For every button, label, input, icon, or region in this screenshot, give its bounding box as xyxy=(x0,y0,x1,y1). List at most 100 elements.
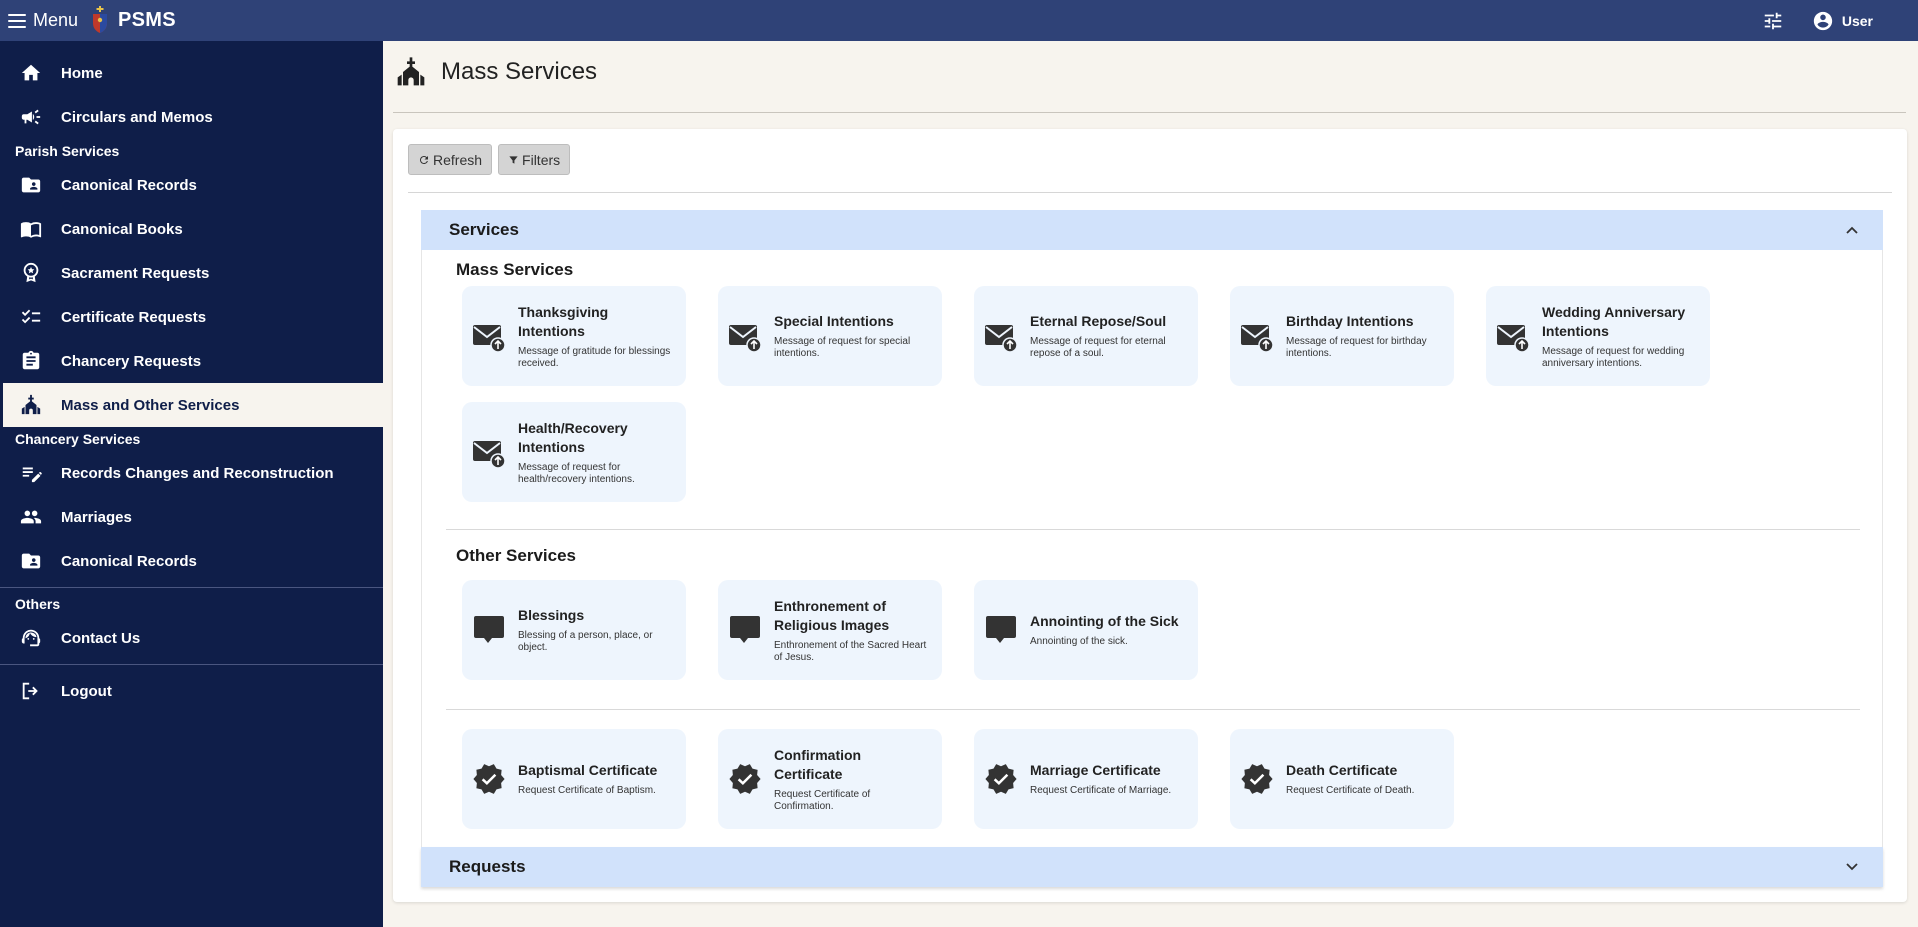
mail-upload-icon xyxy=(472,319,506,353)
sidebar-item-certificate-requests[interactable]: Certificate Requests xyxy=(0,295,383,339)
services-accordion-header[interactable]: Services xyxy=(421,210,1883,250)
menu-label: Menu xyxy=(33,10,79,30)
service-card-confirmation-certificate[interactable]: Confirmation Certificate Request Certific… xyxy=(718,729,942,829)
church-icon xyxy=(20,394,42,416)
section-heading-parish: Parish Services xyxy=(15,143,120,159)
sidebar-item-canonical-books[interactable]: Canonical Books xyxy=(0,207,383,251)
chevron-down-icon xyxy=(1846,863,1858,871)
chat-bubble-icon xyxy=(984,613,1018,647)
service-description: Message of request for birthday intentio… xyxy=(1286,336,1427,359)
service-card-birthday[interactable]: Birthday Intentions Message of request fo… xyxy=(1230,286,1454,386)
refresh-label: Refresh xyxy=(433,151,483,168)
sidebar-item-records-changes[interactable]: Records Changes and Reconstruction xyxy=(0,451,383,495)
service-card-eternal-repose[interactable]: Eternal Repose/Soul Message of request fo… xyxy=(974,286,1198,386)
section-heading-chancery: Chancery Services xyxy=(15,431,141,447)
verified-badge-icon xyxy=(728,762,762,796)
sidebar-item-sacrament-requests[interactable]: Sacrament Requests xyxy=(0,251,383,295)
service-card-enthronement[interactable]: Enthronement of Religious Images Enthrone… xyxy=(718,580,942,680)
service-description: Request Certificate of Confirmation. xyxy=(774,788,871,812)
filters-button[interactable]: Filters xyxy=(498,144,571,175)
service-title: Baptismal Certificate xyxy=(518,762,658,778)
refresh-button[interactable]: Refresh xyxy=(408,144,493,175)
service-description: Request Certificate of Marriage. xyxy=(1030,785,1172,796)
sidebar-item-label: Marriages xyxy=(61,508,132,526)
page-title: Mass Services xyxy=(441,58,598,85)
sidebar-item-logout[interactable]: Logout xyxy=(0,669,383,713)
diocese-logo-icon xyxy=(90,5,110,36)
filter-icon xyxy=(509,155,518,164)
service-card-death-certificate[interactable]: Death Certificate Request Certificate of … xyxy=(1230,729,1454,829)
sidebar-item-label: Chancery Requests xyxy=(61,352,202,370)
support-agent-icon xyxy=(20,627,42,649)
sidebar-item-label: Canonical Records xyxy=(61,552,197,570)
service-title: Blessings xyxy=(518,607,585,623)
megaphone-icon xyxy=(20,106,42,128)
user-menu[interactable]: User xyxy=(1812,10,1873,32)
sidebar-item-label: Sacrament Requests xyxy=(61,264,210,282)
sidebar-item-label: Records Changes and Reconstruction xyxy=(61,464,334,482)
verified-badge-icon xyxy=(1240,762,1274,796)
sidebar-item-contact-us[interactable]: Contact Us xyxy=(0,616,383,660)
sidebar-item-label: Canonical Records xyxy=(61,176,197,194)
page-header: Mass Services xyxy=(395,55,597,89)
service-card-thanksgiving[interactable]: Thanksgiving Intentions Message of gratit… xyxy=(462,286,686,386)
sidebar-item-home[interactable]: Home xyxy=(0,51,383,95)
service-card-wedding-anniversary[interactable]: Wedding Anniversary Intentions Message of… xyxy=(1486,286,1710,386)
sidebar-item-label: Certificate Requests xyxy=(61,308,207,326)
menu-button[interactable]: Menu xyxy=(8,10,78,31)
home-icon xyxy=(20,62,42,84)
refresh-icon xyxy=(420,155,428,164)
service-card-annointing[interactable]: Annointing of the Sick Annointing of the … xyxy=(974,580,1198,680)
verified-badge-icon xyxy=(472,762,506,796)
top-bar: Menu PSMS User xyxy=(0,0,1918,41)
group-divider xyxy=(446,529,1860,530)
header-divider xyxy=(393,112,1906,113)
service-title: Special Intentions xyxy=(774,313,894,329)
service-title: Enthronement of Religious Images xyxy=(774,597,890,633)
sidebar-item-label: Logout xyxy=(61,682,112,700)
checklist-icon xyxy=(20,306,42,328)
service-title: Health/Recovery Intentions xyxy=(518,419,628,455)
service-description: Message of request for health/recovery i… xyxy=(518,461,635,485)
sidebar-item-label: Home xyxy=(61,64,103,82)
service-description: Message of request for special intention… xyxy=(774,336,911,359)
toolbar: Refresh Filters xyxy=(408,144,571,175)
service-title: Death Certificate xyxy=(1286,762,1398,778)
service-description: Request Certificate of Baptism. xyxy=(518,785,656,796)
requests-accordion-header[interactable]: Requests xyxy=(421,847,1883,887)
service-card-special[interactable]: Special Intentions Message of request for… xyxy=(718,286,942,386)
sidebar-item-label: Mass and Other Services xyxy=(61,396,240,414)
chat-bubble-icon xyxy=(472,613,506,647)
contact-folder-icon xyxy=(20,174,42,196)
church-icon xyxy=(397,57,425,86)
sidebar-item-marriages[interactable]: Marriages xyxy=(0,495,383,539)
service-description: Blessing of a person, place, or object. xyxy=(518,630,653,653)
sidebar-item-circulars[interactable]: Circulars and Memos xyxy=(0,95,383,139)
service-card-blessings[interactable]: Blessings Blessing of a person, place, or… xyxy=(462,580,686,680)
service-card-health-recovery[interactable]: Health/Recovery Intentions Message of req… xyxy=(462,402,686,502)
tune-settings-icon[interactable] xyxy=(1762,10,1784,32)
hamburger-icon xyxy=(8,13,26,28)
service-title: Annointing of the Sick xyxy=(1030,613,1179,629)
other-services-heading: Other Services xyxy=(456,546,577,565)
sidebar-item-label: Canonical Books xyxy=(61,220,183,238)
sidebar-item-chancery-requests[interactable]: Chancery Requests xyxy=(0,339,383,383)
mail-upload-icon xyxy=(984,319,1018,353)
sidebar-item-canonical-records-chancery[interactable]: Canonical Records xyxy=(0,539,383,583)
verified-badge-icon xyxy=(984,762,1018,796)
sidebar: Home Circulars and Memos Parish Services… xyxy=(0,41,383,927)
service-description: Enthronement of the Sacred Heart of Jesu… xyxy=(774,639,927,663)
service-card-baptismal-certificate[interactable]: Baptismal Certificate Request Certificate… xyxy=(462,729,686,829)
requests-accordion: Requests xyxy=(421,847,1883,887)
mail-upload-icon xyxy=(1496,319,1530,353)
service-title: Eternal Repose/Soul xyxy=(1030,313,1167,329)
services-title: Services xyxy=(449,220,519,239)
brand-name: PSMS xyxy=(118,9,176,31)
service-title: Thanksgiving Intentions xyxy=(518,303,609,339)
service-title: Marriage Certificate xyxy=(1030,762,1161,778)
sidebar-item-mass-services[interactable]: Mass and Other Services xyxy=(3,383,383,427)
service-description: Message of request for eternal repose of… xyxy=(1030,336,1166,359)
sidebar-divider xyxy=(0,664,383,665)
service-card-marriage-certificate[interactable]: Marriage Certificate Request Certificate … xyxy=(974,729,1198,829)
sidebar-item-canonical-records[interactable]: Canonical Records xyxy=(0,163,383,207)
